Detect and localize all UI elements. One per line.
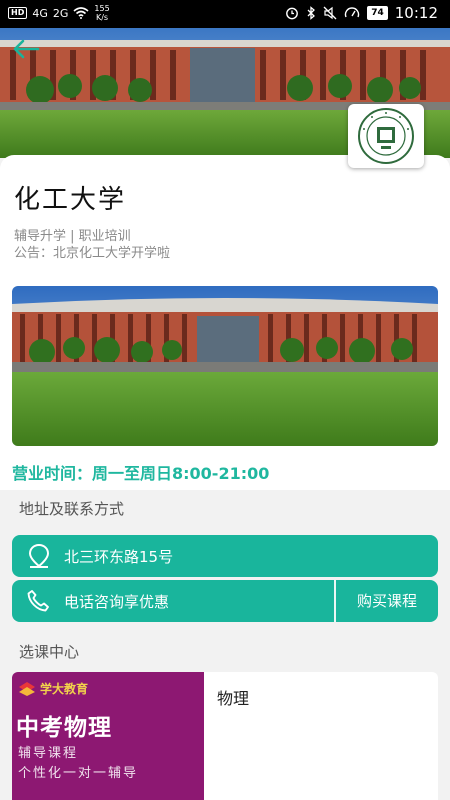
network-speed: 155 K/s [94,4,109,22]
speedometer-icon [345,7,360,18]
alarm-icon [286,7,299,20]
back-arrow-icon[interactable] [12,38,40,60]
status-bar: HD 4G 2G 155 K/s 74 10:12 [0,0,450,28]
contact-section-title: 地址及联系方式 [19,500,125,518]
signal-2-label: 2G [52,6,69,20]
brand-logo-icon [19,681,35,696]
course-title: 物理 [217,689,250,708]
speed-value: 155 [94,4,110,13]
phone-consult-button[interactable]: 电话咨询享优惠 [12,580,336,622]
business-hours: 营业时间：周一至周日8:00-21:00 [12,464,270,483]
course-headline: 中考物理 [16,715,112,741]
course-cover: 学大教育 中考物理 辅导课程 个性化一对一辅导 [12,672,204,800]
address-text: 北三环东路15号 [64,547,174,566]
school-notice: 公告：北京化工大学开学啦 [14,246,171,261]
signal-1-label: 4G [32,6,48,20]
clock: 10:12 [394,4,438,22]
status-bar-right: 74 10:12 [285,4,438,22]
phone-icon [27,590,49,612]
buy-course-button[interactable]: 购买课程 [336,580,438,622]
campus-photo-image [12,286,438,446]
wifi-icon [73,7,89,19]
school-logo-icon [358,108,414,164]
course-brand: 学大教育 [18,680,88,697]
school-info-card: 化工大学 辅导升学 | 职业培训 公告：北京化工大学开学啦 营业时间：周一至周日… [0,155,450,490]
school-name: 化工大学 [14,185,127,215]
course-section-title: 选课中心 [19,643,80,661]
location-pin-icon [28,543,50,568]
course-subtitle-2: 个性化一对一辅导 [18,766,139,781]
bluetooth-icon [307,6,316,20]
course-subtitle-1: 辅导课程 [18,746,79,761]
hd-badge: HD [8,7,28,19]
course-card[interactable]: 学大教育 中考物理 辅导课程 个性化一对一辅导 物理 [12,672,438,800]
school-logo [348,104,424,168]
campus-photo [12,286,438,446]
brand-name: 学大教育 [40,682,89,696]
phone-bar: 电话咨询享优惠 购买课程 [12,580,438,622]
speed-unit: K/s [95,13,109,22]
phone-consult-label: 电话咨询享优惠 [64,592,170,611]
mute-icon [323,6,337,20]
battery-indicator: 74 [367,6,388,20]
status-bar-left: HD 4G 2G 155 K/s [8,4,110,22]
address-bar[interactable]: 北三环东路15号 [12,535,438,577]
